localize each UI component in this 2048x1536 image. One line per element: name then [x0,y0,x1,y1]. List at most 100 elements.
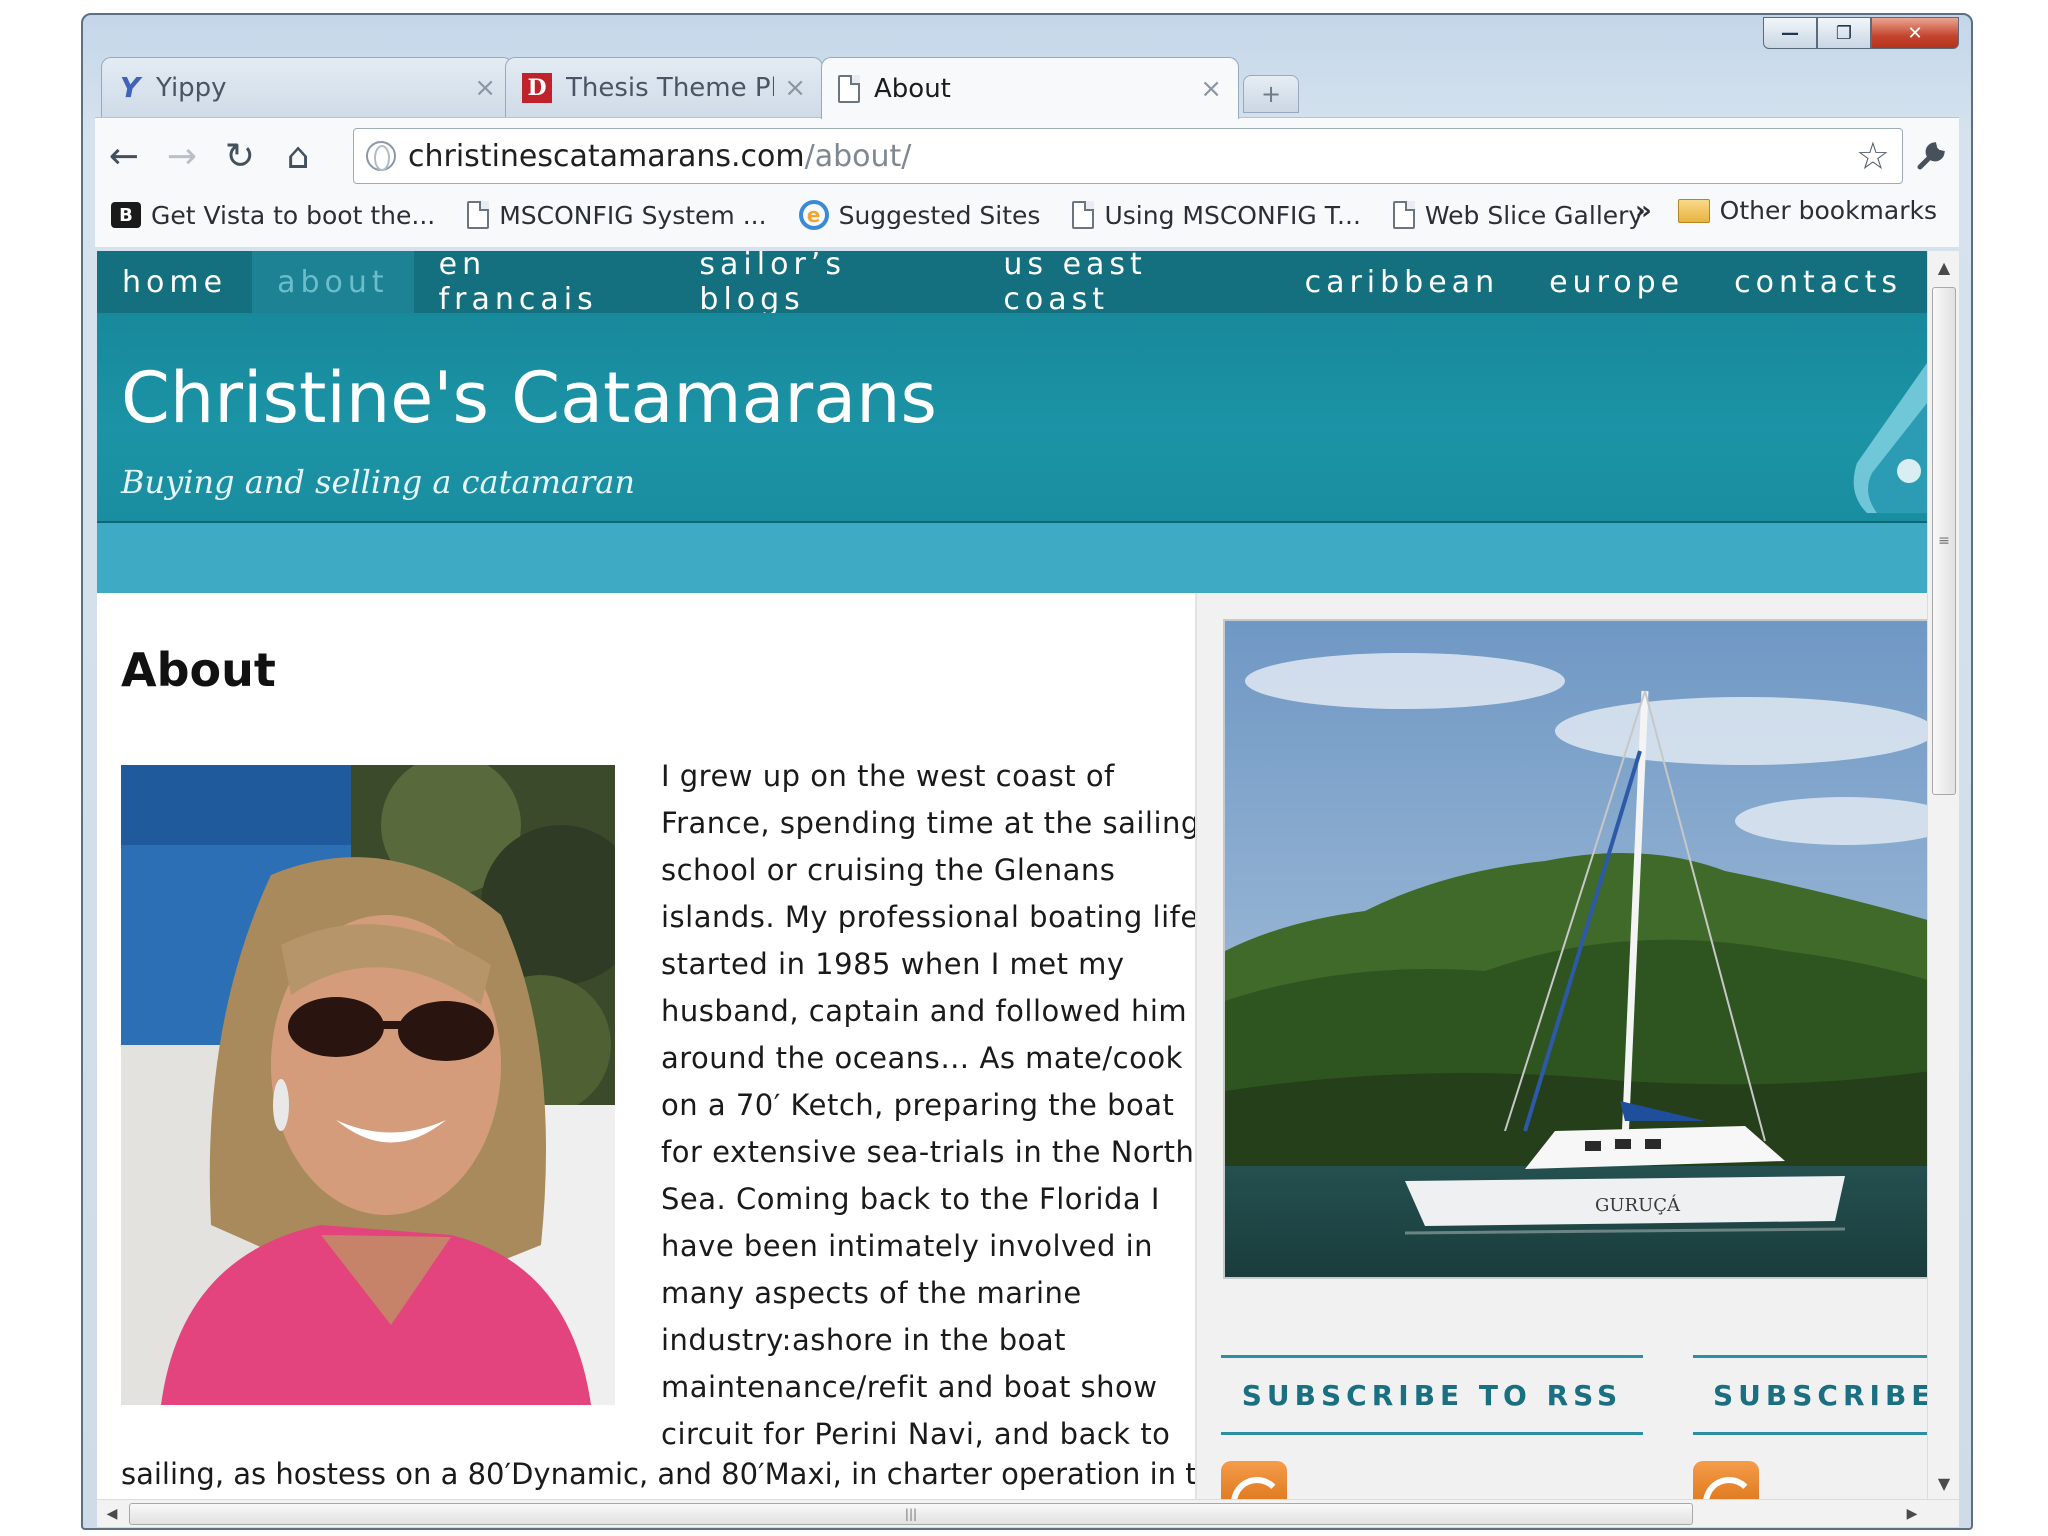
nav-caribbean[interactable]: caribbean [1280,251,1525,313]
bookmark-item[interactable]: Using MSCONFIG T... [1072,200,1361,230]
website: home about en francais sailor’s blogs us… [97,251,1927,1499]
nav-home[interactable]: home [97,251,252,313]
ie-icon: e [798,200,829,230]
window-controls: — ❐ ✕ [1763,17,1959,49]
new-tab-button[interactable]: + [1243,75,1299,113]
reload-button[interactable]: ↻ [211,128,269,184]
bookmark-item[interactable]: B Get Vista to boot the... [111,201,435,230]
nav-sailors-blogs[interactable]: sailor’s blogs [674,251,978,317]
nav-about[interactable]: about [252,251,414,313]
address-bar[interactable]: christinescatamarans.com/about/ ☆ [353,128,1903,184]
home-icon: ⌂ [286,135,310,177]
catamaran-photo: GURUÇÁ [1223,619,1927,1279]
folder-icon [1677,198,1710,223]
yippy-icon: Y [119,71,141,104]
tab-close-icon[interactable]: × [474,73,496,103]
about-text-line: I grew up on the west coast of [661,759,1115,793]
tab-strip: Y Yippy × D Thesis Theme Plans and ... ×… [101,57,1601,119]
tab-close-icon[interactable]: × [784,73,806,103]
tab-yippy[interactable]: Y Yippy × [101,57,513,117]
bookmarks-overflow-chevron-icon[interactable]: » [1635,196,1652,226]
widget-title: SUBSCRIBE V [1693,1355,1927,1435]
about-text-line-cut: sailing, as hostess on a 80′Dynamic, and… [121,1457,1233,1491]
site-header: Christine's Catamarans Buying and sellin… [97,313,1927,523]
page-title: About [121,643,276,697]
widget-title: SUBSCRIBE TO RSS [1221,1355,1643,1435]
bookmark-label: Using MSCONFIG T... [1104,200,1361,230]
minimize-button[interactable]: — [1763,17,1817,49]
nav-europe[interactable]: europe [1524,251,1709,313]
subscribe-rss-widget: SUBSCRIBE TO RSS [1221,1355,1643,1499]
rss-icon[interactable] [1693,1461,1759,1499]
bookmark-item[interactable]: MSCONFIG System ... [467,200,767,230]
wrench-icon[interactable] [1907,132,1955,180]
wrench-icon-svg [1917,142,1945,170]
about-text-line: husband, captain and followed him [661,994,1188,1028]
vertical-scrollbar[interactable]: ▲ ≡ ▼ [1927,251,1959,1499]
about-text-line: islands. My professional boating life [661,900,1199,934]
rss-icon[interactable] [1221,1461,1287,1499]
tab-thesis[interactable]: D Thesis Theme Plans and ... × [505,57,823,117]
other-bookmarks-label: Other bookmarks [1719,196,1937,225]
portrait-photo [121,765,615,1405]
tab-close-icon[interactable]: × [1200,74,1222,104]
navigation-row: ← → ↻ ⌂ christinescatamarans.com/about/ … [95,126,1959,186]
other-bookmarks[interactable]: Other bookmarks [1677,196,1937,225]
nav-en-francais[interactable]: en francais [414,251,675,317]
nav-us-east-coast[interactable]: us east coast [978,251,1279,317]
about-text-line: school or cruising the Glenans [661,853,1116,887]
bookmark-item[interactable]: e Suggested Sites [798,200,1041,230]
globe-icon [366,141,396,171]
about-text-line: many aspects of the marine [661,1276,1082,1310]
bookmark-label: Get Vista to boot the... [151,200,436,230]
scroll-up-arrow-icon[interactable]: ▲ [1928,251,1959,283]
about-text-line: on a 70′ Ketch, preparing the boat [661,1088,1175,1122]
about-text-line: circuit for Perini Navi, and back to [661,1417,1171,1451]
bookmark-label: Suggested Sites [838,200,1041,230]
about-text-line: industry:ashore in the boat [661,1323,1067,1357]
bookmark-item[interactable]: Web Slice Gallery [1392,200,1644,230]
boat-name-label: GURUÇÁ [1595,1193,1681,1216]
scroll-down-arrow-icon[interactable]: ▼ [1928,1467,1959,1499]
tab-title: Thesis Theme Plans and ... [566,72,774,103]
maximize-button[interactable]: ❐ [1817,17,1871,49]
bookmark-label: MSCONFIG System ... [499,200,767,230]
document-icon [467,201,490,229]
about-text-line: France, spending time at the sailing [661,806,1200,840]
document-icon [838,74,860,103]
nav-contacts[interactable]: contacts [1709,251,1927,313]
bookmark-star-icon[interactable]: ☆ [1856,134,1890,178]
about-text-line: for extensive sea-trials in the North [661,1135,1195,1169]
b-icon: B [111,202,141,228]
catamaran-illustration: GURUÇÁ [1225,621,1927,1277]
about-text-line: have been intimately involved in [661,1229,1154,1263]
about-text-line: Sea. Coming back to the Florida I [661,1182,1160,1216]
tab-about[interactable]: About × [821,57,1239,119]
site-title[interactable]: Christine's Catamarans [121,357,937,439]
main-column: About I grew up on the west coast of Fra… [97,593,1233,1499]
scroll-right-arrow-icon[interactable]: ▶ [1897,1500,1927,1527]
browser-window: — ❐ ✕ Y Yippy × D Thesis Theme Plans and… [81,13,1973,1530]
back-arrow-icon: ← [108,135,140,177]
reload-icon: ↻ [224,135,256,177]
horizontal-scrollbar[interactable]: ◀ ||| ▶ [97,1499,1959,1527]
sidebar: GURUÇÁ SUBSCRIBE TO RSS SUBSCRIBE V [1195,593,1927,1499]
bookmarks-bar: B Get Vista to boot the... MSCONFIG Syst… [95,186,1959,244]
horizontal-scroll-thumb[interactable]: ||| [129,1503,1693,1525]
page-viewport: home about en francais sailor’s blogs us… [97,251,1959,1527]
back-button[interactable]: ← [95,128,153,184]
header-subbar [97,523,1927,593]
bookmark-label: Web Slice Gallery [1424,200,1644,230]
about-text-line: maintenance/refit and boat show [661,1370,1158,1404]
url-path: /about/ [804,138,912,174]
tab-title: About [874,73,951,104]
scroll-left-arrow-icon[interactable]: ◀ [97,1500,127,1527]
tab-title: Yippy [156,72,227,103]
vertical-scroll-thumb[interactable]: ≡ [1932,287,1956,795]
header-sail-graphic [1853,363,1927,513]
browser-toolbar: ← → ↻ ⌂ christinescatamarans.com/about/ … [95,117,1959,247]
home-button[interactable]: ⌂ [269,128,327,184]
portrait-illustration [121,765,615,1405]
close-window-button[interactable]: ✕ [1871,17,1959,49]
forward-button[interactable]: → [153,128,211,184]
